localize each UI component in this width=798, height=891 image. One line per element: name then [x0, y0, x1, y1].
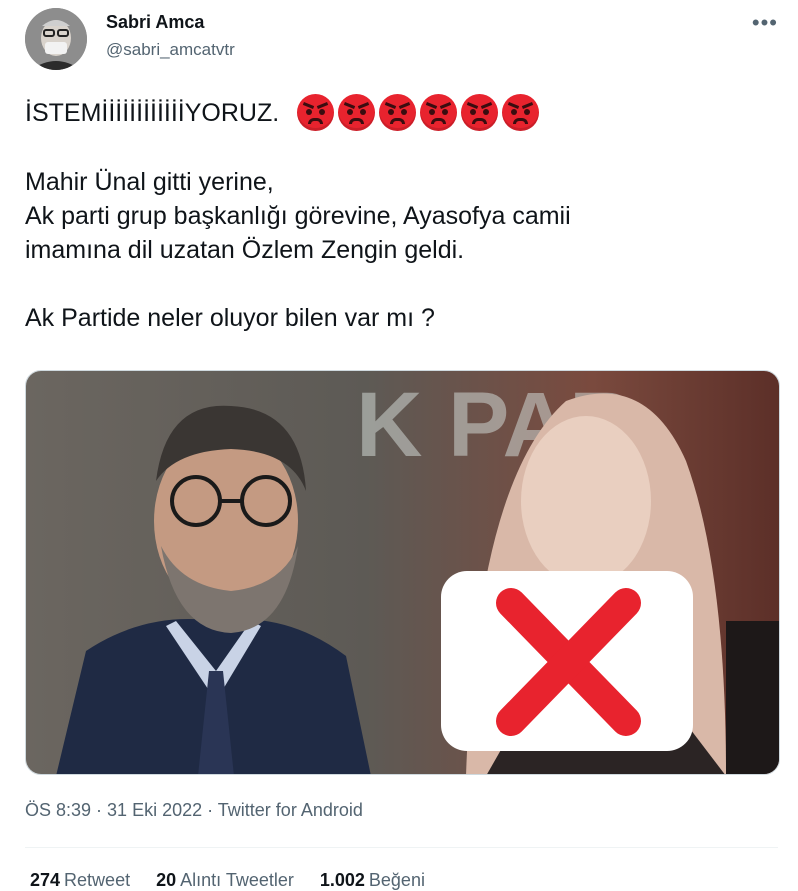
photo-illustration: K PAR: [26, 371, 779, 774]
quotes-stat[interactable]: 20 Alıntı Tweetler: [156, 870, 294, 891]
tweet-line-3: Ak parti grup başkanlığı görevine, Ayaso…: [25, 202, 571, 230]
angry-face-emoji: [297, 94, 335, 131]
meta-separator: ·: [91, 800, 108, 820]
tweet-image[interactable]: K PAR: [25, 370, 780, 775]
likes-stat[interactable]: 1.002 Beğeni: [320, 870, 425, 891]
tweet-line-5: Ak Partide neler oluyor bilen var mı ?: [25, 304, 435, 332]
author-handle[interactable]: @sabri_amcatvtr: [106, 40, 235, 60]
author-name[interactable]: Sabri Amca: [106, 12, 204, 33]
retweets-count: 274: [30, 870, 61, 890]
angry-face-emoji: [502, 94, 540, 131]
tweet-line-4: imamına dil uzatan Özlem Zengin geldi.: [25, 236, 465, 264]
tweet-line-1: İSTEMİİİİİİİİİİİİYORUZ.: [25, 98, 280, 127]
angry-face-emoji: [420, 94, 458, 131]
tweet-meta: ÖS 8:39 · 31 Eki 2022 · Twitter for Andr…: [25, 800, 363, 821]
tweet-text: İSTEMİİİİİİİİİİİİYORUZ. Mahir Ünal gitti…: [25, 94, 775, 335]
quotes-count: 20: [156, 870, 177, 890]
likes-count: 1.002: [319, 870, 365, 890]
tweet-time[interactable]: ÖS 8:39: [25, 800, 91, 820]
tweet-stats: 274 Retweet 20 Alıntı Tweetler 1.002 Beğeni: [30, 870, 425, 891]
avatar-image: [25, 8, 87, 70]
angry-face-emoji: [461, 94, 499, 131]
tweet-date[interactable]: 31 Eki 2022: [107, 800, 202, 820]
tweet-source[interactable]: Twitter for Android: [218, 800, 363, 820]
tweet-line-2: Mahir Ünal gitti yerine,: [25, 168, 274, 196]
likes-label: Beğeni: [368, 870, 425, 890]
meta-separator: ·: [202, 800, 218, 820]
angry-face-emoji: [379, 94, 417, 131]
divider: [25, 847, 778, 848]
retweets-stat[interactable]: 274 Retweet: [30, 870, 130, 891]
avatar[interactable]: [25, 8, 87, 70]
angry-face-emoji: [338, 94, 376, 131]
more-icon[interactable]: •••: [752, 10, 778, 36]
quotes-label: Alıntı Tweetler: [180, 870, 294, 890]
angry-emoji-row: [297, 94, 540, 131]
retweets-label: Retweet: [64, 870, 131, 890]
